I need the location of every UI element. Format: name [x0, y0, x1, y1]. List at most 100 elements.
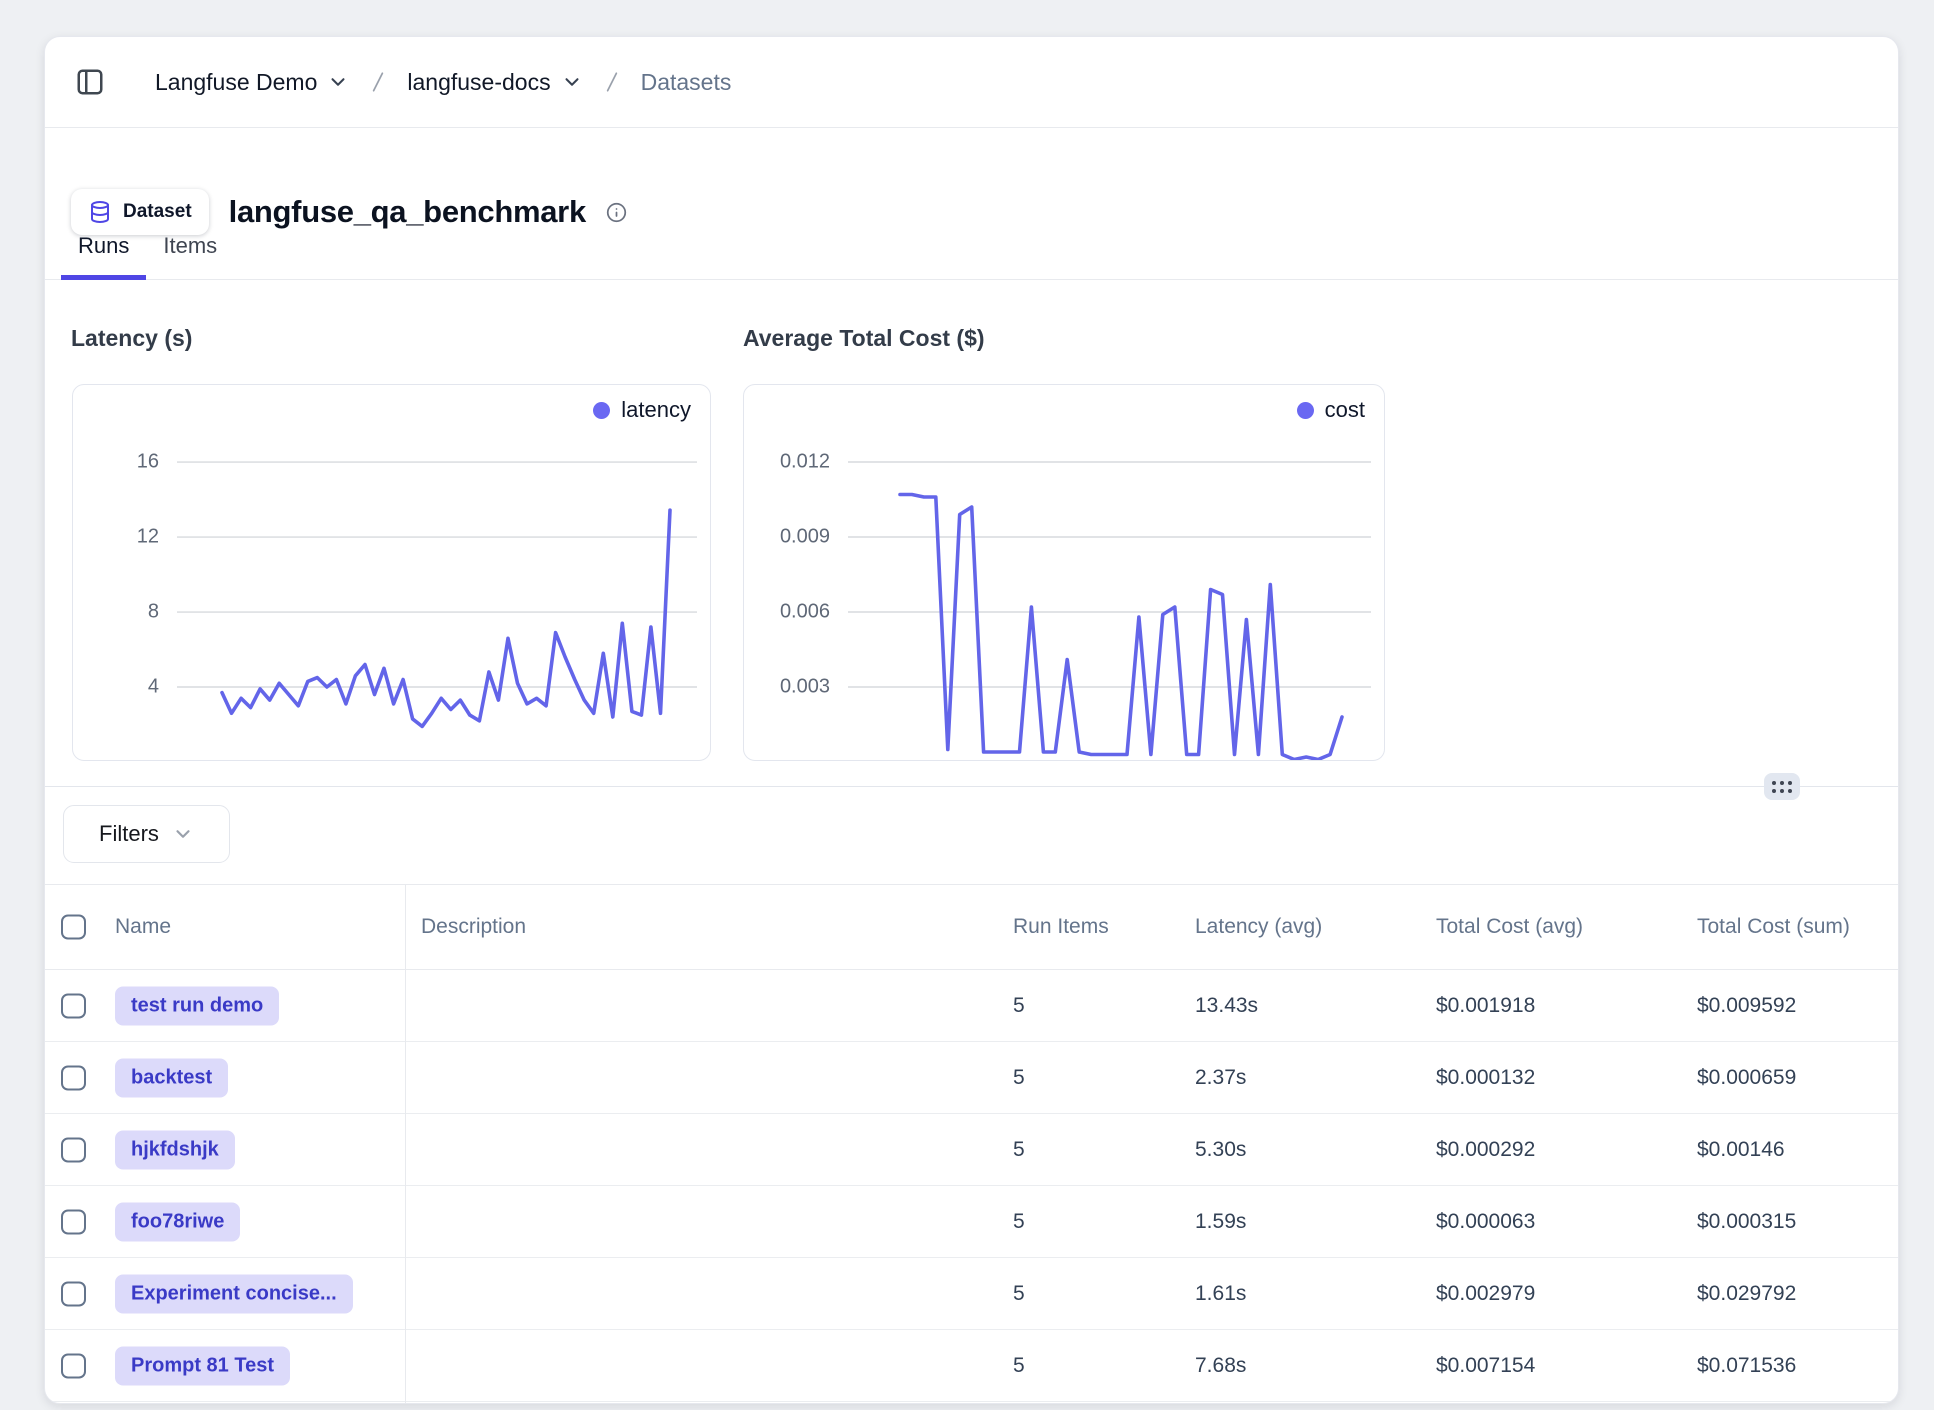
- y-axis-tick-label: 0.012: [744, 451, 830, 474]
- row-checkbox[interactable]: [61, 1137, 86, 1162]
- legend-dot-icon: [593, 402, 610, 419]
- grip-dots-icon: [1772, 781, 1792, 793]
- column-header-total-cost-avg: Total Cost (avg): [1436, 915, 1583, 939]
- cost-line: [900, 495, 1342, 760]
- column-header-name: Name: [115, 915, 171, 939]
- total-cost-sum-value: $0.071536: [1697, 1354, 1796, 1378]
- tabbar: Runs Items: [45, 233, 1898, 280]
- run-name-pill[interactable]: Prompt 81 Test: [115, 1346, 290, 1385]
- run-name-pill[interactable]: foo78riwe: [115, 1202, 240, 1241]
- column-header-run-items: Run Items: [1013, 915, 1109, 939]
- run-name-pill[interactable]: hjkfdshjk: [115, 1130, 235, 1169]
- breadcrumb-page-label: Datasets: [641, 69, 732, 96]
- latency-chart-legend: latency: [593, 397, 691, 423]
- y-axis-tick-label: 0.006: [744, 601, 830, 624]
- cost-chart: cost 0.012 0.009 0.006 0.003: [743, 384, 1385, 761]
- table-header-row: Name Description Run Items Latency (avg)…: [45, 885, 1898, 970]
- latency-chart-canvas: [73, 385, 710, 760]
- dataset-badge-label: Dataset: [123, 201, 192, 223]
- page-title: langfuse_qa_benchmark: [229, 194, 586, 230]
- row-checkbox[interactable]: [61, 1281, 86, 1306]
- total-cost-avg-value: $0.000292: [1436, 1138, 1535, 1162]
- latency-avg-value: 5.30s: [1195, 1138, 1246, 1162]
- row-checkbox[interactable]: [61, 1065, 86, 1090]
- slash-separator-icon: [365, 69, 391, 95]
- latency-chart-title: Latency (s): [71, 325, 192, 352]
- filters-button-label: Filters: [99, 821, 159, 847]
- legend-dot-icon: [1297, 402, 1314, 419]
- sidebar-toggle-icon[interactable]: [75, 67, 105, 97]
- total-cost-sum-value: $0.000659: [1697, 1066, 1796, 1090]
- run-items-value: 5: [1013, 1138, 1025, 1162]
- run-name-pill[interactable]: backtest: [115, 1058, 228, 1097]
- breadcrumb-org[interactable]: Langfuse Demo: [155, 69, 349, 96]
- cost-chart-legend: cost: [1297, 397, 1365, 423]
- table-row[interactable]: Experiment concise...51.61s$0.002979$0.0…: [45, 1258, 1898, 1330]
- breadcrumb-project-label: langfuse-docs: [407, 69, 550, 96]
- y-axis-tick-label: 4: [73, 676, 159, 699]
- total-cost-avg-value: $0.001918: [1436, 994, 1535, 1018]
- latency-avg-value: 2.37s: [1195, 1066, 1246, 1090]
- tab-runs-label: Runs: [78, 233, 129, 258]
- panel-resize-handle[interactable]: [1764, 773, 1800, 800]
- top-navbar: Langfuse Demo langfuse-docs Datasets: [45, 37, 1898, 128]
- runs-table: Name Description Run Items Latency (avg)…: [45, 884, 1898, 1403]
- table-row[interactable]: Prompt 81 Test57.68s$0.007154$0.071536: [45, 1330, 1898, 1402]
- total-cost-avg-value: $0.000132: [1436, 1066, 1535, 1090]
- latency-avg-value: 1.59s: [1195, 1210, 1246, 1234]
- legend-label: latency: [621, 397, 691, 423]
- dataset-badge: Dataset: [71, 189, 209, 235]
- column-header-total-cost-sum: Total Cost (sum): [1697, 915, 1850, 939]
- table-row-partial: [45, 1402, 1898, 1404]
- y-axis-tick-label: 16: [73, 451, 159, 474]
- chevron-down-icon: [561, 71, 583, 93]
- main-card: Langfuse Demo langfuse-docs Datasets: [44, 36, 1899, 1404]
- legend-label: cost: [1325, 397, 1365, 423]
- page: Langfuse Demo langfuse-docs Datasets: [0, 0, 1934, 1410]
- column-divider: [405, 885, 406, 1403]
- row-checkbox[interactable]: [61, 993, 86, 1018]
- table-row[interactable]: hjkfdshjk55.30s$0.000292$0.00146: [45, 1114, 1898, 1186]
- tab-items[interactable]: Items: [146, 233, 234, 279]
- run-items-value: 5: [1013, 994, 1025, 1018]
- total-cost-avg-value: $0.002979: [1436, 1282, 1535, 1306]
- table-body: test run demo 5 13.43s $0.001918 $0.009592 ba…: [45, 970, 1898, 1404]
- run-name-pill[interactable]: test run demo: [115, 986, 279, 1025]
- breadcrumb-page: Datasets: [641, 69, 732, 96]
- chevron-down-icon: [327, 71, 349, 93]
- run-items-value: 5: [1013, 1354, 1025, 1378]
- cost-chart-canvas: [744, 385, 1384, 760]
- breadcrumb-project[interactable]: langfuse-docs: [407, 69, 582, 96]
- table-row[interactable]: foo78riwe 5 1.59s $0.000063 $0.000315: [45, 1186, 1898, 1258]
- run-items-value: 5: [1013, 1066, 1025, 1090]
- cost-chart-title: Average Total Cost ($): [743, 325, 985, 352]
- latency-avg-value: 13.43s: [1195, 994, 1258, 1018]
- total-cost-sum-value: $0.009592: [1697, 994, 1796, 1018]
- row-checkbox[interactable]: [61, 1209, 86, 1234]
- run-items-value: 5: [1013, 1282, 1025, 1306]
- table-row[interactable]: backtest 5 2.37s $0.000132 $0.000659: [45, 1042, 1898, 1114]
- dataset-header: Dataset langfuse_qa_benchmark: [71, 189, 627, 235]
- run-items-value: 5: [1013, 1210, 1025, 1234]
- select-all-checkbox[interactable]: [61, 915, 86, 940]
- latency-chart: latency 161284: [72, 384, 711, 761]
- total-cost-avg-value: $0.007154: [1436, 1354, 1535, 1378]
- filters-button[interactable]: Filters: [63, 805, 230, 863]
- column-header-description: Description: [421, 915, 526, 939]
- tab-items-label: Items: [163, 233, 217, 258]
- database-icon: [88, 200, 112, 224]
- y-axis-tick-label: 12: [73, 526, 159, 549]
- latency-line: [222, 510, 670, 726]
- table-row[interactable]: test run demo 5 13.43s $0.001918 $0.009592: [45, 970, 1898, 1042]
- y-axis-tick-label: 0.009: [744, 526, 830, 549]
- chevron-down-icon: [172, 823, 194, 845]
- run-name-pill[interactable]: Experiment concise...: [115, 1274, 353, 1313]
- info-icon[interactable]: [606, 202, 627, 223]
- total-cost-sum-value: $0.029792: [1697, 1282, 1796, 1306]
- row-checkbox[interactable]: [61, 1353, 86, 1378]
- total-cost-avg-value: $0.000063: [1436, 1210, 1535, 1234]
- tab-runs[interactable]: Runs: [61, 233, 146, 279]
- y-axis-tick-label: 0.003: [744, 676, 830, 699]
- section-divider: [45, 786, 1898, 787]
- total-cost-sum-value: $0.000315: [1697, 1210, 1796, 1234]
